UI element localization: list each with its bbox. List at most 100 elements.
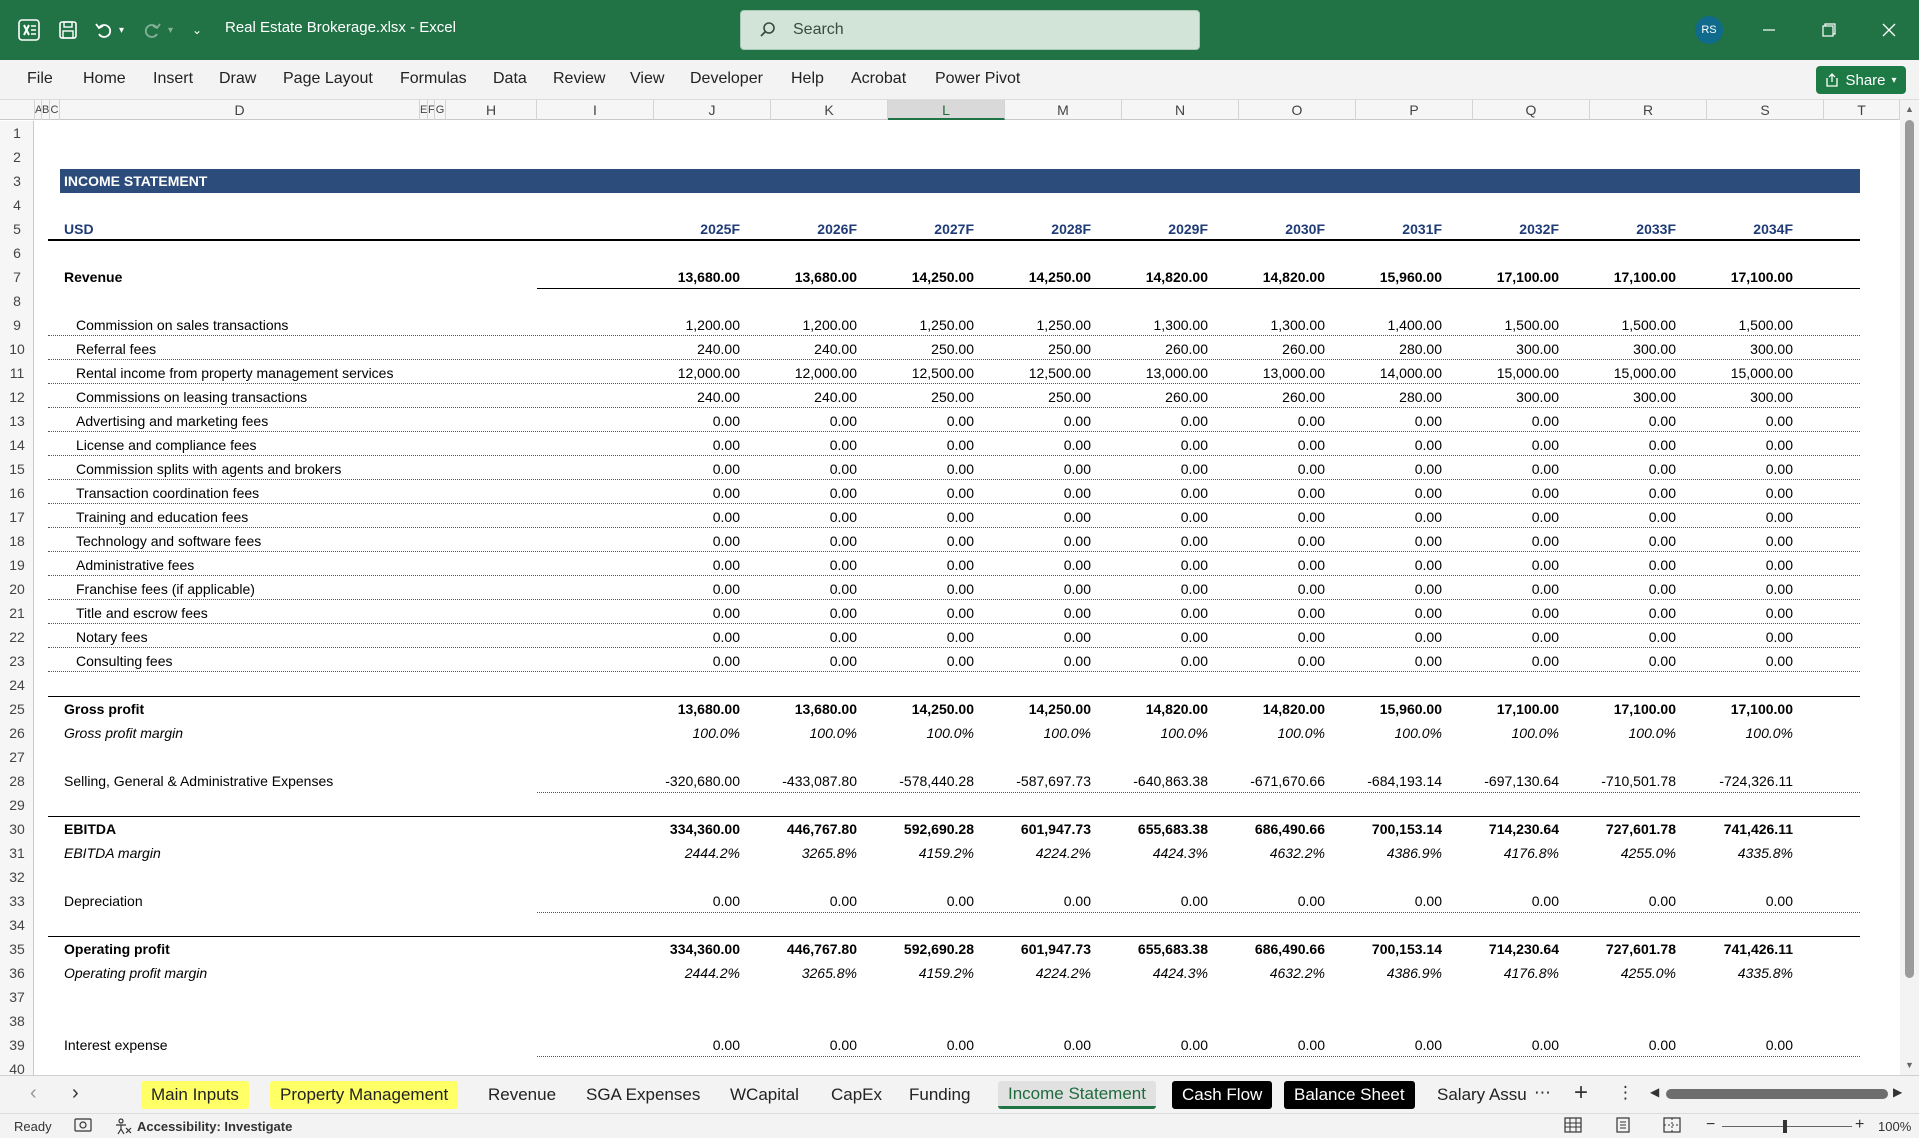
- restore-icon[interactable]: [1813, 14, 1845, 46]
- revenue-item-value[interactable]: 0.00: [749, 457, 857, 481]
- tab-power-pivot[interactable]: Power Pivot: [935, 70, 1020, 88]
- column-header-o[interactable]: O: [1239, 100, 1356, 120]
- revenue-item-value[interactable]: 13,000.00: [1100, 361, 1208, 385]
- gross-margin-value[interactable]: 100.0%: [1100, 721, 1208, 745]
- revenue-item-value[interactable]: 0.00: [866, 553, 974, 577]
- year-header[interactable]: 2028F: [983, 217, 1091, 241]
- revenue-item-value[interactable]: 0.00: [983, 553, 1091, 577]
- gross-margin-value[interactable]: 100.0%: [749, 721, 857, 745]
- operating-margin-value[interactable]: 4424.3%: [1100, 961, 1208, 985]
- year-header[interactable]: 2029F: [1100, 217, 1208, 241]
- year-header[interactable]: 2031F: [1334, 217, 1442, 241]
- revenue-item-value[interactable]: 0.00: [1568, 553, 1676, 577]
- revenue-item-value[interactable]: 0.00: [1100, 601, 1208, 625]
- revenue-item-value[interactable]: 0.00: [1685, 409, 1793, 433]
- year-header[interactable]: 2027F: [866, 217, 974, 241]
- revenue-item-value[interactable]: 0.00: [1568, 505, 1676, 529]
- revenue-item-value[interactable]: 250.00: [866, 337, 974, 361]
- sga-value[interactable]: -578,440.28: [866, 769, 974, 793]
- revenue-item-label[interactable]: Title and escrow fees: [76, 601, 208, 625]
- sga-value[interactable]: -640,863.38: [1100, 769, 1208, 793]
- row-header[interactable]: 18: [0, 529, 33, 553]
- revenue-item-value[interactable]: 12,000.00: [749, 361, 857, 385]
- revenue-item-value[interactable]: 12,500.00: [866, 361, 974, 385]
- gross-profit-value[interactable]: 14,820.00: [1100, 697, 1208, 721]
- operating-margin-value[interactable]: 4224.2%: [983, 961, 1091, 985]
- row-header[interactable]: 2: [0, 145, 33, 169]
- revenue-item-value[interactable]: 0.00: [1451, 481, 1559, 505]
- row-header[interactable]: 6: [0, 241, 33, 265]
- tab-formulas[interactable]: Formulas: [400, 70, 467, 88]
- gross-profit-value[interactable]: 17,100.00: [1568, 697, 1676, 721]
- operating-profit-value[interactable]: 655,683.38: [1100, 937, 1208, 961]
- row-header[interactable]: 29: [0, 793, 33, 817]
- revenue-item-label[interactable]: Technology and software fees: [76, 529, 261, 553]
- row-header[interactable]: 22: [0, 625, 33, 649]
- revenue-item-label[interactable]: Commission on sales transactions: [76, 313, 288, 337]
- ebitda-value[interactable]: 601,947.73: [983, 817, 1091, 841]
- revenue-item-value[interactable]: 1,500.00: [1451, 313, 1560, 337]
- revenue-item-value[interactable]: 1,300.00: [1100, 313, 1209, 337]
- operating-margin-value[interactable]: 4386.9%: [1334, 961, 1442, 985]
- tab-help[interactable]: Help: [791, 70, 824, 88]
- revenue-item-value[interactable]: 240.00: [632, 385, 740, 409]
- customize-toolbar-icon[interactable]: ⌄: [192, 18, 202, 42]
- sga-value[interactable]: -710,501.78: [1568, 769, 1676, 793]
- column-header-a[interactable]: A: [35, 100, 42, 120]
- revenue-item-value[interactable]: 0.00: [1217, 481, 1325, 505]
- ebitda-margin-value[interactable]: 4335.8%: [1685, 841, 1793, 865]
- ebitda-margin-value[interactable]: 2444.2%: [632, 841, 740, 865]
- row-header[interactable]: 16: [0, 481, 33, 505]
- row-header[interactable]: 34: [0, 913, 33, 937]
- revenue-item-value[interactable]: 280.00: [1334, 337, 1442, 361]
- ebitda-value[interactable]: 727,601.78: [1568, 817, 1676, 841]
- gross-profit-value[interactable]: 15,960.00: [1334, 697, 1442, 721]
- revenue-item-value[interactable]: 0.00: [632, 433, 740, 457]
- revenue-item-value[interactable]: 0.00: [866, 601, 974, 625]
- hscroll-left-icon[interactable]: ◀: [1650, 1085, 1659, 1099]
- ebitda-margin-value[interactable]: 4632.2%: [1217, 841, 1325, 865]
- revenue-item-value[interactable]: 300.00: [1568, 337, 1676, 361]
- revenue-item-value[interactable]: 12,000.00: [632, 361, 740, 385]
- revenue-item-value[interactable]: 0.00: [1451, 457, 1559, 481]
- depreciation-label[interactable]: Depreciation: [64, 889, 143, 913]
- revenue-label[interactable]: Revenue: [64, 265, 122, 289]
- ebitda-margin-value[interactable]: 3265.8%: [749, 841, 857, 865]
- revenue-item-value[interactable]: 0.00: [749, 601, 857, 625]
- revenue-item-value[interactable]: 0.00: [1100, 505, 1208, 529]
- gross-margin-value[interactable]: 100.0%: [983, 721, 1091, 745]
- tab-data[interactable]: Data: [493, 70, 527, 88]
- operating-margin-value[interactable]: 4632.2%: [1217, 961, 1325, 985]
- revenue-item-value[interactable]: 0.00: [1685, 433, 1793, 457]
- gross-profit-value[interactable]: 14,250.00: [983, 697, 1091, 721]
- sheet-tab[interactable]: Cash Flow: [1172, 1081, 1273, 1109]
- save-icon[interactable]: [58, 18, 78, 42]
- revenue-item-value[interactable]: 0.00: [866, 481, 974, 505]
- revenue-item-value[interactable]: 0.00: [983, 481, 1091, 505]
- revenue-item-value[interactable]: 0.00: [749, 505, 857, 529]
- ebitda-margin-value[interactable]: 4424.3%: [1100, 841, 1208, 865]
- tab-developer[interactable]: Developer: [690, 70, 763, 88]
- row-header[interactable]: 28: [0, 769, 33, 793]
- revenue-item-value[interactable]: 0.00: [1334, 625, 1442, 649]
- column-header-j[interactable]: J: [654, 100, 771, 120]
- row-header[interactable]: 38: [0, 1009, 33, 1033]
- revenue-item-value[interactable]: 0.00: [1568, 409, 1676, 433]
- revenue-value[interactable]: 13,680.00: [632, 265, 740, 289]
- operating-profit-value[interactable]: 334,360.00: [632, 937, 740, 961]
- undo-icon[interactable]: [94, 18, 114, 42]
- revenue-item-value[interactable]: 0.00: [866, 409, 974, 433]
- revenue-item-value[interactable]: 0.00: [1451, 577, 1559, 601]
- row-header[interactable]: 36: [0, 961, 33, 985]
- revenue-item-value[interactable]: 0.00: [1685, 553, 1793, 577]
- revenue-item-value[interactable]: 0.00: [1217, 529, 1325, 553]
- currency-label[interactable]: USD: [64, 217, 94, 241]
- operating-profit-value[interactable]: 727,601.78: [1568, 937, 1676, 961]
- revenue-item-value[interactable]: 300.00: [1685, 385, 1793, 409]
- sga-value[interactable]: -697,130.64: [1451, 769, 1559, 793]
- revenue-item-value[interactable]: 0.00: [1100, 577, 1208, 601]
- ebitda-value[interactable]: 741,426.11: [1685, 817, 1793, 841]
- operating-margin-value[interactable]: 4255.0%: [1568, 961, 1676, 985]
- vertical-scroll-thumb[interactable]: [1905, 120, 1914, 978]
- sheet-tab[interactable]: Main Inputs: [141, 1081, 249, 1109]
